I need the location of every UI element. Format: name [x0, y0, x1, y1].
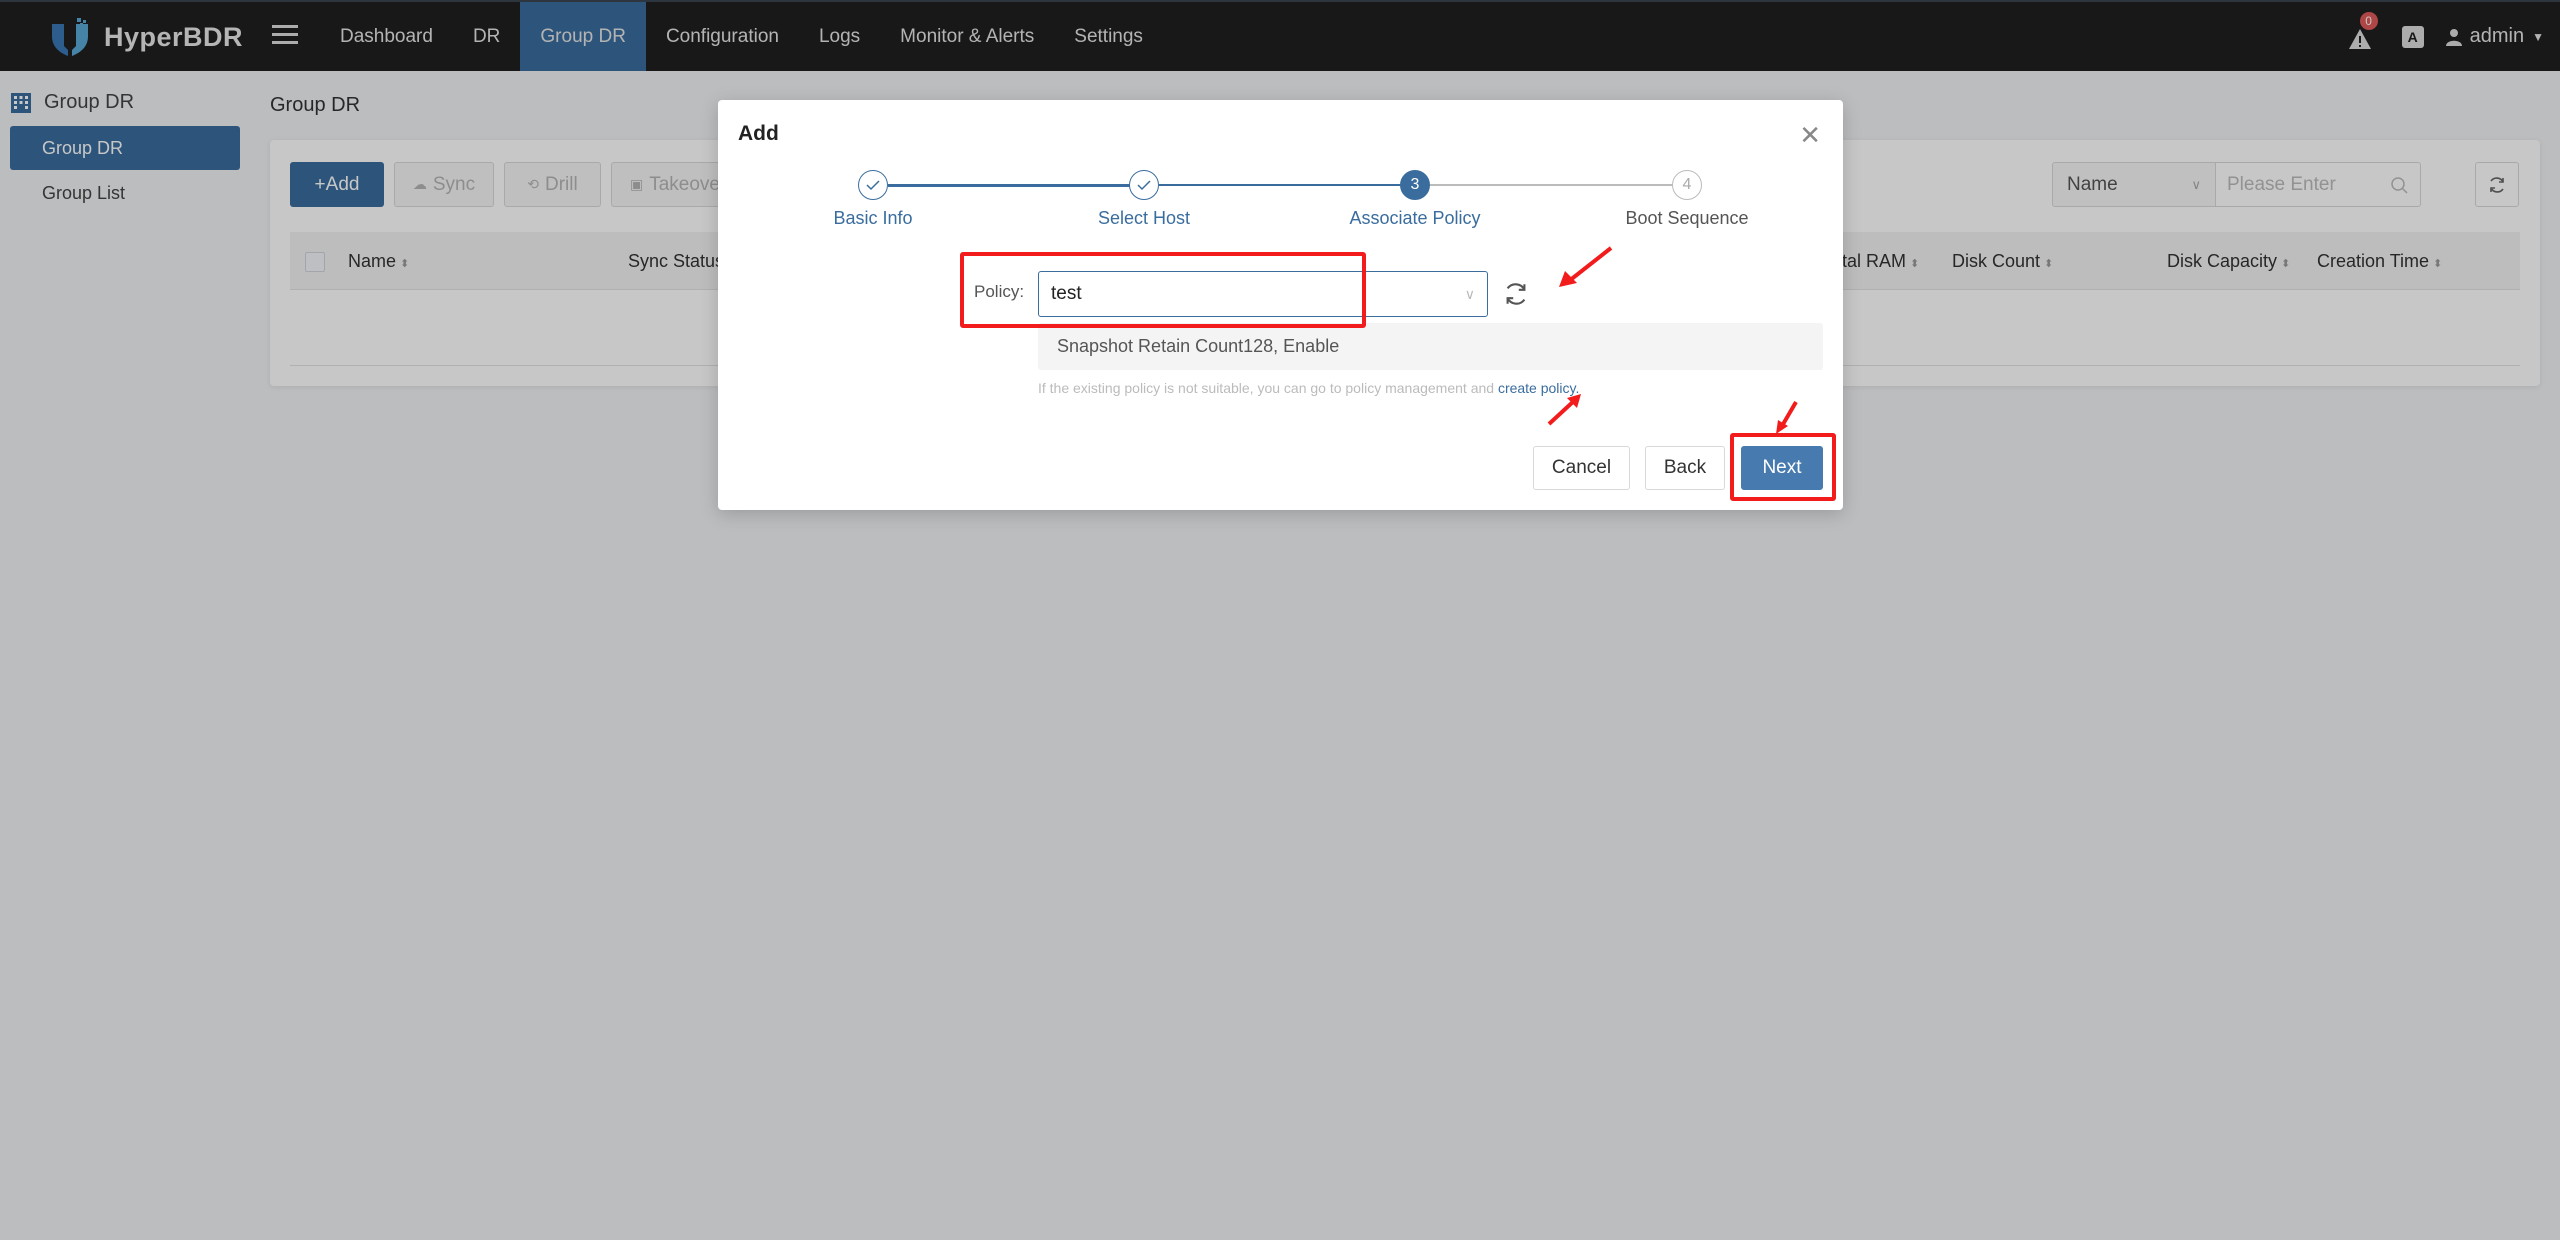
next-button[interactable]: Next	[1741, 446, 1823, 490]
refresh-policy-icon[interactable]	[1502, 280, 1530, 308]
create-policy-link[interactable]: create policy.	[1498, 380, 1579, 396]
policy-details: Snapshot Retain Count128, Enable	[1038, 323, 1823, 370]
policy-label: Policy:	[974, 282, 1025, 301]
close-icon[interactable]: ✕	[1799, 122, 1821, 148]
step-connector	[1430, 184, 1687, 186]
policy-select-value: test	[1051, 283, 1082, 304]
step-2-check-icon	[1129, 170, 1159, 200]
step-connector	[1159, 184, 1415, 186]
step-1-label: Basic Info	[833, 208, 913, 228]
chevron-down-icon: ∨	[1464, 285, 1475, 302]
policy-hint-text: If the existing policy is not suitable, …	[1038, 380, 1498, 396]
dialog-title: Add	[738, 122, 779, 145]
step-connector	[888, 184, 1144, 187]
step-1-check-icon	[858, 170, 888, 200]
policy-hint: If the existing policy is not suitable, …	[1038, 380, 1579, 396]
back-button[interactable]: Back	[1645, 446, 1725, 490]
cancel-button[interactable]: Cancel	[1533, 446, 1630, 490]
policy-select[interactable]: test ∨	[1038, 271, 1488, 317]
add-group-dialog: Add ✕ Basic Info Select Host 3 Associate…	[718, 100, 1843, 510]
step-4-indicator: 4	[1672, 170, 1702, 200]
step-2-label: Select Host	[1097, 208, 1191, 228]
step-3-indicator: 3	[1400, 170, 1430, 200]
wizard-steps: Basic Info Select Host 3 Associate Polic…	[718, 170, 1843, 250]
step-3-label: Associate Policy	[1349, 208, 1481, 228]
step-4-label: Boot Sequence	[1625, 208, 1749, 228]
